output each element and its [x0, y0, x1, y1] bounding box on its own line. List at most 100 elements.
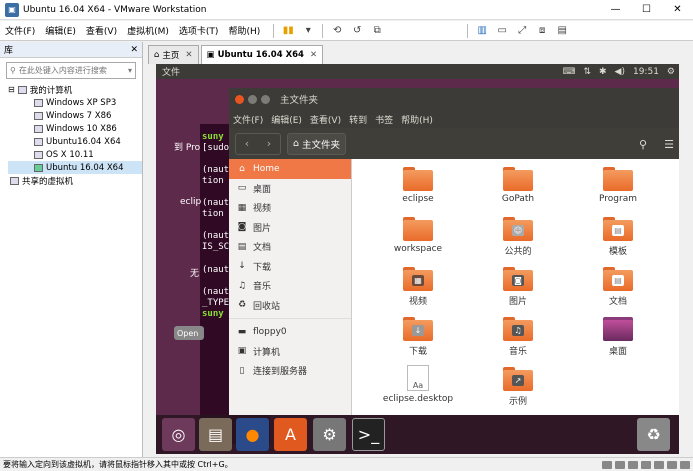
tree-vm-item-selected[interactable]: Ubuntu 16.04 X64	[8, 161, 142, 174]
tree-vm-item[interactable]: Ubuntu16.04 X64	[8, 135, 142, 148]
folder-item-eclipse[interactable]: eclipse	[383, 167, 453, 204]
clock[interactable]: 19:51	[633, 67, 659, 77]
fm-menu-help[interactable]: 帮助(H)	[401, 113, 433, 126]
tab-ubuntu[interactable]: ▣ Ubuntu 16.04 X64 ✕	[200, 45, 324, 64]
folder-item-workspace[interactable]: workspace	[383, 217, 453, 254]
network-adapter-icon[interactable]	[628, 460, 638, 469]
tree-vm-item[interactable]: Windows XP SP3	[8, 96, 142, 109]
folder-item-desktop[interactable]: 桌面	[583, 317, 653, 357]
menu-file[interactable]: 文件(F)	[0, 24, 40, 37]
fm-menu-go[interactable]: 转到	[349, 113, 367, 126]
library-search-input[interactable]: ⚲ 在此处键入内容进行搜索 ▾	[6, 62, 136, 79]
unity-icon[interactable]: ⧈	[532, 23, 552, 39]
menu-tabs[interactable]: 选项卡(T)	[174, 24, 224, 37]
file-manager-titlebar: 主文件夹	[229, 88, 679, 110]
sidebar-item-downloads[interactable]: ↓ 下载	[229, 257, 351, 277]
tab-close-icon[interactable]: ✕	[185, 50, 192, 60]
sidebar-label: floppy0	[253, 326, 287, 337]
settings-gear-icon[interactable]: ⚙	[667, 67, 675, 77]
snapshot-manager-icon[interactable]: ⧉	[367, 23, 387, 39]
cdrom-icon[interactable]	[615, 460, 625, 469]
sidebar-item-videos[interactable]: ▦ 视频	[229, 198, 351, 218]
path-bar-home[interactable]: ⌂ 主文件夹	[287, 132, 347, 155]
maximize-button[interactable]: ☐	[631, 0, 662, 20]
tree-my-computer[interactable]: ⊟ 我的计算机	[8, 83, 142, 96]
folder-item-gopath[interactable]: GoPath	[483, 167, 553, 204]
folder-item-videos[interactable]: ▦ 视频	[383, 267, 453, 307]
sidebar-item-music[interactable]: ♫ 音乐	[229, 276, 351, 296]
terminal-app-icon[interactable]: >_	[352, 418, 385, 451]
file-item-eclipse-desktop[interactable]: Aa eclipse.desktop	[383, 365, 453, 404]
keyboard-indicator-icon[interactable]: ⌨	[562, 67, 575, 77]
files-app-icon[interactable]: ▤	[199, 418, 232, 451]
back-icon[interactable]: ‹	[245, 137, 249, 150]
window-minimize-button[interactable]	[248, 94, 257, 104]
library-view-icon[interactable]: ▥	[472, 23, 492, 39]
folder-item-pictures[interactable]: ◙ 图片	[483, 267, 553, 307]
close-button[interactable]: ✕	[662, 0, 693, 20]
volume-icon[interactable]: ◀)	[615, 67, 625, 77]
forward-icon[interactable]: ›	[267, 137, 271, 150]
snapshot-revert-icon[interactable]: ↺	[347, 23, 367, 39]
folder-item-public[interactable]: ☺ 公共的	[483, 217, 553, 257]
folder-icon	[503, 167, 533, 191]
printer-icon[interactable]	[667, 460, 677, 469]
menu-edit[interactable]: 编辑(E)	[40, 24, 81, 37]
tree-vm-item[interactable]: Windows 7 X86	[8, 109, 142, 122]
network-icon[interactable]: ⇅	[583, 67, 591, 77]
folder-item-documents[interactable]: ▤ 文档	[583, 267, 653, 307]
active-app-name: 文件	[162, 68, 181, 78]
thumbnail-view-icon[interactable]: ▭	[492, 23, 512, 39]
view-list-icon[interactable]: ☰	[657, 133, 679, 155]
vm-icon	[34, 111, 43, 120]
system-settings-icon[interactable]: ⚙	[313, 418, 346, 451]
window-maximize-button[interactable]	[261, 94, 270, 104]
window-close-button[interactable]	[235, 94, 244, 104]
sidebar-item-documents[interactable]: ▤ 文档	[229, 237, 351, 257]
search-icon[interactable]: ⚲	[631, 133, 655, 155]
menu-vm[interactable]: 虚拟机(M)	[122, 24, 174, 37]
menu-view[interactable]: 查看(V)	[81, 24, 122, 37]
sidebar-item-floppy[interactable]: ▬ floppy0	[229, 322, 351, 342]
menu-help[interactable]: 帮助(H)	[223, 24, 265, 37]
fullscreen-icon[interactable]: ⤢	[512, 23, 532, 39]
library-close-icon[interactable]: ✕	[130, 45, 138, 55]
software-center-icon[interactable]: A	[274, 418, 307, 451]
sidebar-item-computer[interactable]: ▣ 计算机	[229, 342, 351, 362]
display-icon[interactable]	[680, 460, 690, 469]
ubuntu-dash-icon[interactable]: ◎	[162, 418, 195, 451]
minimize-button[interactable]: —	[600, 0, 631, 20]
power-dropdown-icon[interactable]: ▾	[298, 23, 318, 39]
tree-vm-item[interactable]: OS X 10.11	[8, 148, 142, 161]
bluetooth-icon[interactable]: ✱	[599, 67, 607, 77]
snapshot-icon[interactable]: ⟲	[327, 23, 347, 39]
vm-console[interactable]: 文件 ⌨ ⇅ ✱ ◀) 19:51 ⚙ 到 Pro eclip 无 suny […	[156, 64, 679, 454]
tab-close-icon[interactable]: ✕	[310, 50, 317, 60]
sidebar-item-home[interactable]: ⌂ Home	[229, 159, 351, 179]
fm-menu-bookmarks[interactable]: 书签	[375, 113, 393, 126]
tab-home[interactable]: ⌂ 主页 ✕	[148, 45, 199, 64]
power-button-icon[interactable]: ▮▮	[278, 23, 298, 39]
folder-item-music[interactable]: ♫ 音乐	[483, 317, 553, 357]
console-view-icon[interactable]: ▤	[552, 23, 572, 39]
hdd-icon[interactable]	[602, 460, 612, 469]
folder-item-examples[interactable]: ↗ 示例	[483, 367, 553, 407]
folder-item-program[interactable]: Program	[583, 167, 653, 204]
sidebar-item-pictures[interactable]: ◙ 图片	[229, 218, 351, 238]
folder-item-templates[interactable]: ▤ 模板	[583, 217, 653, 257]
tree-shared-vms[interactable]: 共享的虚拟机	[8, 174, 142, 187]
fm-menu-edit[interactable]: 编辑(E)	[271, 113, 302, 126]
tree-vm-item[interactable]: Windows 10 X86	[8, 122, 142, 135]
fm-menu-file[interactable]: 文件(F)	[233, 113, 263, 126]
search-dropdown-icon[interactable]: ▾	[128, 66, 132, 75]
folder-item-downloads[interactable]: ↓ 下载	[383, 317, 453, 357]
trash-icon[interactable]: ♻	[637, 418, 670, 451]
firefox-icon[interactable]: ●	[236, 418, 269, 451]
fm-menu-view[interactable]: 查看(V)	[310, 113, 341, 126]
sidebar-item-trash[interactable]: ♻ 回收站	[229, 296, 351, 316]
usb-icon[interactable]	[641, 460, 651, 469]
sound-icon[interactable]	[654, 460, 664, 469]
sidebar-item-connect-server[interactable]: ▯ 连接到服务器	[229, 361, 351, 381]
sidebar-item-desktop[interactable]: ▭ 桌面	[229, 179, 351, 199]
collapse-icon[interactable]: ⊟	[8, 85, 15, 94]
